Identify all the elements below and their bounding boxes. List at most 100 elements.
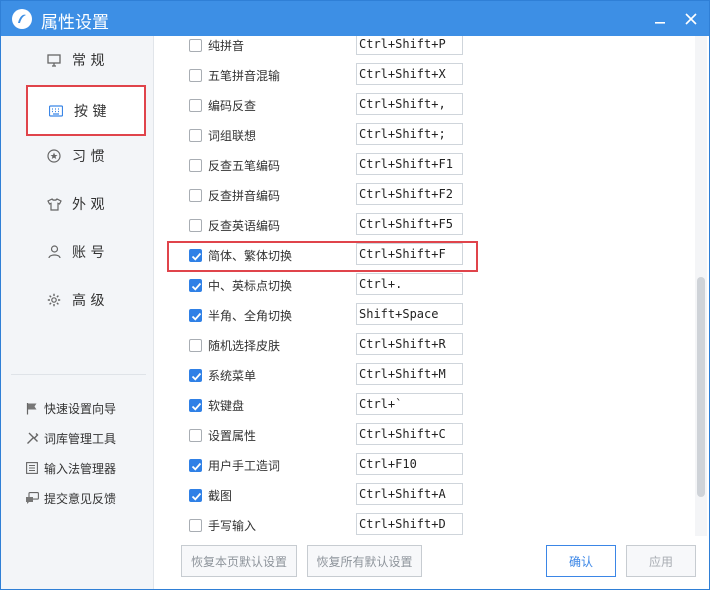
tool-feedback[interactable]: 提交意见反馈: [25, 488, 116, 508]
tool-label: 输入法管理器: [44, 461, 117, 476]
settings-window: 属性设置 常 规 按 键 习 惯 外 观 账 号 高 级 快速设置向导 词库管理…: [0, 0, 710, 590]
shortcut-key-input[interactable]: Ctrl+F10: [356, 453, 463, 475]
keyboard-icon: [48, 103, 64, 119]
shortcut-label: 中、英标点切换: [208, 279, 293, 293]
shortcut-checkbox[interactable]: [189, 159, 202, 172]
shortcut-checkbox[interactable]: [189, 369, 202, 382]
shortcut-row: 反查五笔编码 Ctrl+Shift+F1: [155, 151, 709, 181]
shortcut-checkbox[interactable]: [189, 309, 202, 322]
footer-bar: 恢复本页默认设置 恢复所有默认设置 确认 应用: [155, 536, 709, 589]
shortcut-key-input[interactable]: Ctrl+Shift+F: [356, 243, 463, 265]
shortcut-key-input[interactable]: Ctrl+Shift+F5: [356, 213, 463, 235]
sidebar-divider: [11, 374, 146, 375]
shortcut-checkbox[interactable]: [189, 39, 202, 52]
shortcut-label: 编码反查: [208, 99, 257, 113]
shortcut-key-input[interactable]: Ctrl+Shift+D: [356, 513, 463, 535]
tool-lexicon-manager[interactable]: 词库管理工具: [25, 428, 116, 448]
minimize-button[interactable]: [650, 9, 670, 29]
shortcut-checkbox[interactable]: [189, 519, 202, 532]
shortcut-row: 手写输入 Ctrl+Shift+D: [155, 511, 709, 536]
restore-all-defaults-button[interactable]: 恢复所有默认设置: [307, 545, 422, 577]
shortcut-row: 简体、繁体切换 Ctrl+Shift+F: [155, 241, 709, 271]
tool-quick-setup[interactable]: 快速设置向导: [25, 398, 116, 418]
close-button[interactable]: [681, 9, 701, 29]
shortcut-label: 半角、全角切换: [208, 309, 293, 323]
shortcut-label: 纯拼音: [208, 39, 245, 53]
shortcut-row: 反查拼音编码 Ctrl+Shift+F2: [155, 181, 709, 211]
shortcut-checkbox[interactable]: [189, 99, 202, 112]
tool-label: 词库管理工具: [44, 431, 117, 446]
shortcut-checkbox[interactable]: [189, 279, 202, 292]
shortcut-checkbox[interactable]: [189, 459, 202, 472]
shortcut-key-input[interactable]: Ctrl+Shift+F2: [356, 183, 463, 205]
shortcut-label: 设置属性: [208, 429, 257, 443]
nav-item-keys[interactable]: 按 键: [26, 85, 146, 136]
shortcut-key-input[interactable]: Ctrl+Shift+P: [356, 36, 463, 55]
shortcut-key-input[interactable]: Ctrl+Shift+M: [356, 363, 463, 385]
shortcut-key-input[interactable]: Ctrl+Shift+,: [356, 93, 463, 115]
scrollbar-thumb[interactable]: [697, 277, 705, 497]
shortcut-checkbox[interactable]: [189, 339, 202, 352]
shortcut-checkbox[interactable]: [189, 249, 202, 262]
sidebar: 常 规 按 键 习 惯 外 观 账 号 高 级 快速设置向导 词库管理工具 输入…: [1, 36, 154, 589]
shortcut-key-input[interactable]: Ctrl+Shift+R: [356, 333, 463, 355]
shortcut-label: 反查英语编码: [208, 219, 281, 233]
tool-label: 快速设置向导: [44, 401, 117, 416]
shortcut-label: 手写输入: [208, 519, 257, 533]
shortcut-list: 纯拼音 Ctrl+Shift+P 五笔拼音混输 Ctrl+Shift+X 编码反…: [155, 36, 709, 536]
shortcut-key-input[interactable]: Shift+Space: [356, 303, 463, 325]
nav-label: 按 键: [74, 103, 107, 120]
shortcut-key-input[interactable]: Ctrl+Shift+X: [356, 63, 463, 85]
shirt-icon: [46, 196, 62, 212]
shortcut-checkbox[interactable]: [189, 399, 202, 412]
nav-label: 习 惯: [72, 149, 105, 165]
shortcut-checkbox[interactable]: [189, 489, 202, 502]
shortcut-row: 反查英语编码 Ctrl+Shift+F5: [155, 211, 709, 241]
nav-item-advanced[interactable]: 高 级: [26, 280, 146, 320]
shortcut-row: 半角、全角切换 Shift+Space: [155, 301, 709, 331]
tool-label: 提交意见反馈: [44, 491, 117, 506]
tool-ime-manager[interactable]: 输入法管理器: [25, 458, 116, 478]
shortcut-checkbox[interactable]: [189, 219, 202, 232]
gear-icon: [46, 292, 62, 308]
shortcut-label: 五笔拼音混输: [208, 69, 281, 83]
shortcut-row: 软键盘 Ctrl+`: [155, 391, 709, 421]
shortcut-row: 系统菜单 Ctrl+Shift+M: [155, 361, 709, 391]
shortcut-key-input[interactable]: Ctrl+Shift+A: [356, 483, 463, 505]
tools-icon: [25, 431, 39, 445]
shortcut-key-input[interactable]: Ctrl+Shift+F1: [356, 153, 463, 175]
shortcut-checkbox[interactable]: [189, 129, 202, 142]
shortcut-row: 编码反查 Ctrl+Shift+,: [155, 91, 709, 121]
nav-item-account[interactable]: 账 号: [26, 232, 146, 272]
nav-item-habits[interactable]: 习 惯: [26, 136, 146, 176]
flag-icon: [25, 401, 39, 415]
shortcut-key-input[interactable]: Ctrl+.: [356, 273, 463, 295]
nav-item-general[interactable]: 常 规: [26, 40, 146, 80]
nav-item-appearance[interactable]: 外 观: [26, 184, 146, 224]
shortcut-label: 简体、繁体切换: [208, 249, 293, 263]
shortcut-checkbox[interactable]: [189, 69, 202, 82]
chat-icon: [25, 491, 39, 505]
shortcut-label: 随机选择皮肤: [208, 339, 281, 353]
shortcut-row: 随机选择皮肤 Ctrl+Shift+R: [155, 331, 709, 361]
shortcut-checkbox[interactable]: [189, 429, 202, 442]
nav-label: 账 号: [72, 245, 105, 261]
shortcut-key-input[interactable]: Ctrl+Shift+C: [356, 423, 463, 445]
restore-page-defaults-button[interactable]: 恢复本页默认设置: [181, 545, 297, 577]
star-icon: [46, 148, 62, 164]
shortcut-label: 反查拼音编码: [208, 189, 281, 203]
shortcut-checkbox[interactable]: [189, 189, 202, 202]
shortcut-label: 词组联想: [208, 129, 257, 143]
shortcut-row: 纯拼音 Ctrl+Shift+P: [155, 36, 709, 61]
app-logo-icon: [12, 9, 32, 29]
apply-button[interactable]: 应用: [626, 545, 696, 577]
title-bar: 属性设置: [1, 1, 709, 36]
shortcut-label: 用户手工造词: [208, 459, 281, 473]
nav-label: 外 观: [72, 197, 105, 213]
shortcut-key-input[interactable]: Ctrl+`: [356, 393, 463, 415]
shortcut-row: 用户手工造词 Ctrl+F10: [155, 451, 709, 481]
shortcut-row: 截图 Ctrl+Shift+A: [155, 481, 709, 511]
confirm-button[interactable]: 确认: [546, 545, 616, 577]
shortcut-label: 软键盘: [208, 399, 245, 413]
shortcut-key-input[interactable]: Ctrl+Shift+;: [356, 123, 463, 145]
